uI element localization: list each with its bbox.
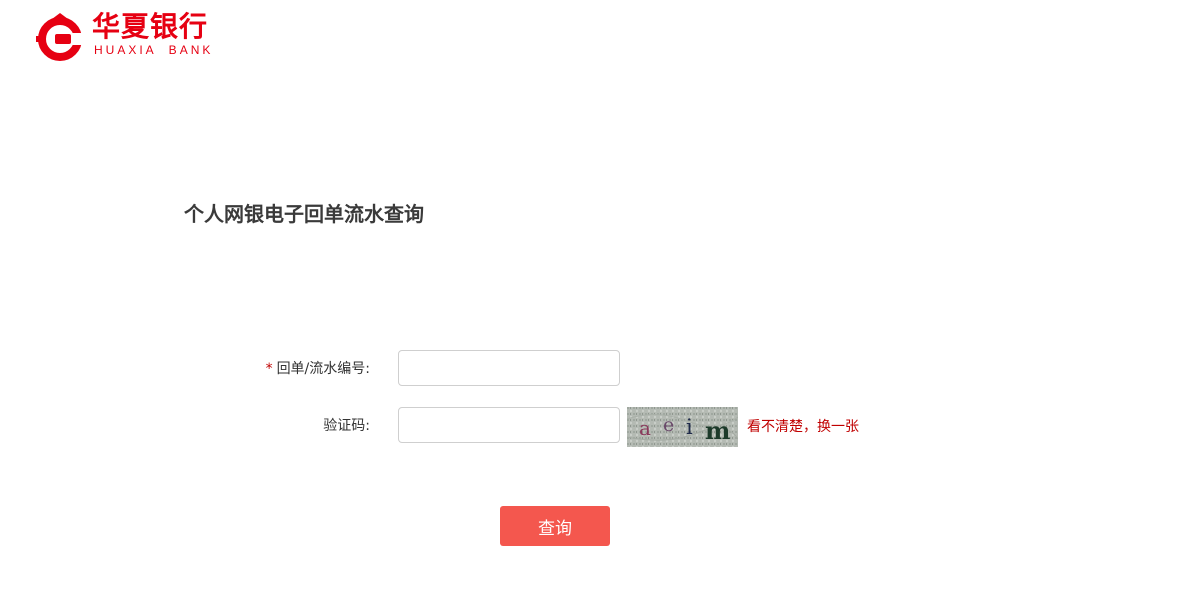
page-title: 个人网银电子回单流水查询 [184, 202, 424, 226]
captcha-image[interactable]: a e i m [627, 407, 738, 447]
query-button[interactable]: 查询 [500, 506, 610, 546]
serial-number-label-text: 回单/流水编号: [276, 361, 370, 377]
huaxia-bank-logo: 华夏银行 HUAXIA BANK [36, 10, 236, 62]
serial-number-input[interactable] [398, 350, 620, 386]
captcha-char-2: e [663, 414, 674, 436]
required-marker: * [265, 361, 273, 377]
huaxia-bank-logo-icon [36, 13, 84, 61]
logo-english-name: HUAXIA BANK [94, 43, 214, 57]
captcha-label: 验证码: [323, 418, 370, 434]
captcha-char-4: m [705, 416, 730, 445]
captcha-refresh-link[interactable]: 看不清楚，换一张 [747, 417, 859, 437]
logo-chinese-name: 华夏银行 [92, 10, 209, 43]
captcha-char-3: i [686, 415, 693, 439]
serial-number-row: * 回单/流水编号: [0, 350, 1178, 388]
captcha-char-1: a [639, 416, 651, 440]
captcha-row: 验证码: a e i m 看不清楚，换一张 [0, 407, 1178, 447]
captcha-input[interactable] [398, 407, 620, 443]
page: 华夏银行 HUAXIA BANK 个人网银电子回单流水查询 * 回单/流水编号: … [0, 0, 1178, 613]
serial-number-label: * 回单/流水编号: [266, 359, 370, 379]
